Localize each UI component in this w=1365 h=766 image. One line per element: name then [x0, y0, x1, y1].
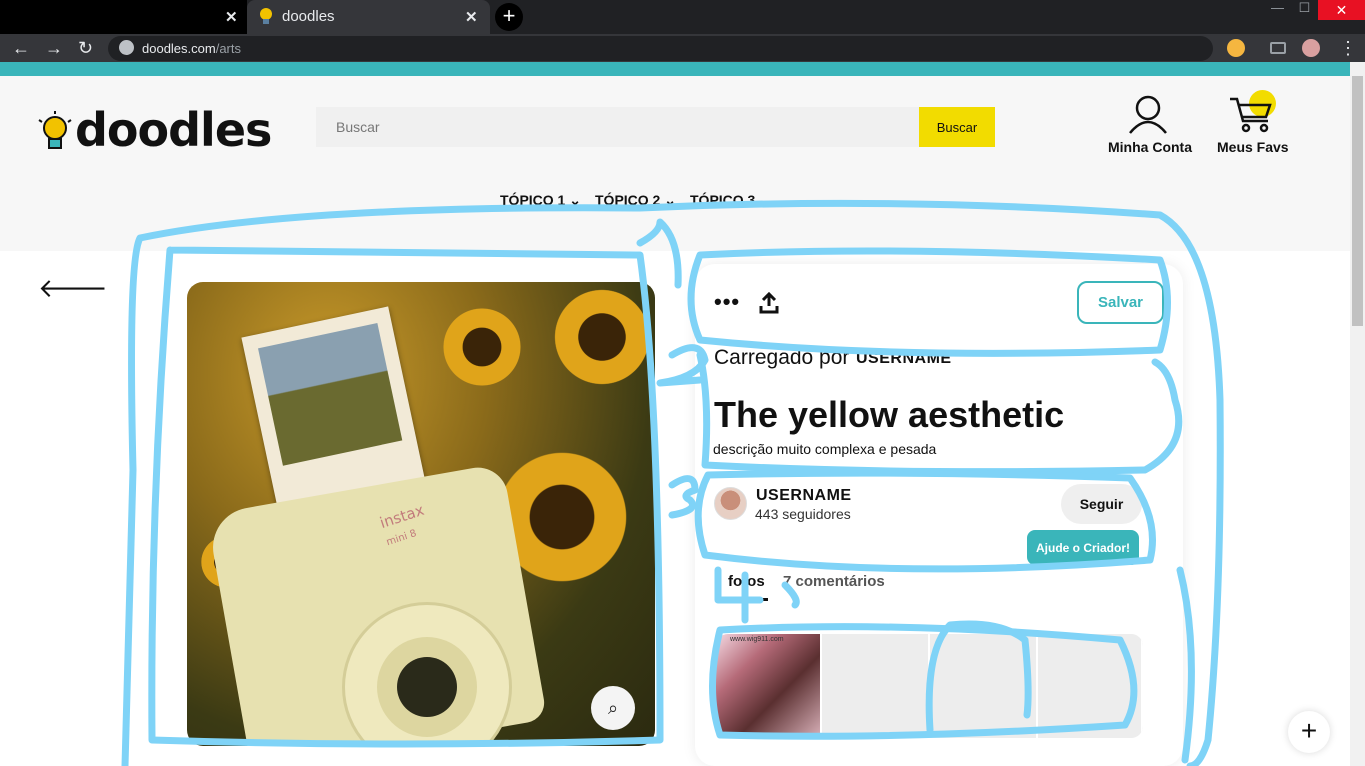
url-text: doodles.com/arts — [142, 41, 242, 56]
chevron-down-icon: ⌄ — [569, 192, 581, 208]
follower-count: 443 seguidores — [755, 506, 851, 522]
forward-nav-icon[interactable]: → — [45, 38, 63, 58]
topic-menu-1[interactable]: TÓPICO 1 ⌄ — [500, 192, 581, 209]
topic-menu-2[interactable]: TÓPICO 2 ⌄ — [595, 192, 676, 209]
tab-title: doodles — [282, 8, 335, 25]
minimize-icon[interactable]: — — [1265, 0, 1290, 20]
browser-tab-inactive[interactable]: ✕ — [0, 0, 247, 34]
topic-menu-3[interactable]: TÓPICO 3 — [690, 192, 755, 208]
window-close-icon[interactable]: ✕ — [1318, 0, 1365, 20]
thumbnail-item[interactable] — [1038, 634, 1143, 738]
browser-menu-icon[interactable]: ⋮ — [1339, 38, 1357, 58]
browser-tab-active[interactable]: doodles ✕ — [247, 0, 490, 34]
back-nav-icon[interactable]: ← — [12, 38, 30, 58]
thumbnail-item[interactable]: www.wig911.com — [716, 634, 822, 738]
scrollbar-thumb[interactable] — [1352, 76, 1363, 326]
tab-close-icon[interactable]: ✕ — [465, 8, 478, 26]
tab-photos[interactable]: fotos — [728, 573, 765, 590]
reload-icon[interactable]: ↻ — [78, 38, 93, 58]
author-avatar[interactable] — [714, 487, 747, 520]
camera-lens-center — [397, 657, 457, 717]
site-logo[interactable]: doodles — [75, 103, 272, 157]
chevron-down-icon: ⌄ — [664, 192, 676, 208]
tab-close-icon[interactable]: ✕ — [225, 8, 238, 26]
plus-icon[interactable]: + — [1288, 711, 1330, 753]
address-bar: ← → ↻ doodles.com/arts ⋮ — [0, 34, 1365, 62]
favs-link[interactable]: Meus Favs — [1217, 139, 1289, 155]
active-tab-indicator — [716, 598, 768, 601]
extension-icon[interactable] — [1227, 39, 1245, 57]
more-dots-icon[interactable]: ••• — [714, 289, 740, 315]
account-link[interactable]: Minha Conta — [1108, 139, 1192, 155]
omnibox[interactable]: doodles.com/arts — [108, 36, 1213, 61]
uploaded-by-label: Carregado por — [714, 346, 850, 369]
thumbnail-item[interactable] — [930, 634, 1038, 738]
cart-icon[interactable] — [1228, 95, 1274, 135]
top-accent-strip — [0, 62, 1350, 76]
uploader-username[interactable]: USERNAME — [856, 350, 952, 368]
photo-thumbnails: www.wig911.com — [716, 634, 1143, 738]
sunflower-shape — [437, 302, 527, 392]
new-tab-button[interactable]: + — [495, 3, 523, 31]
back-arrow-icon[interactable]: 🡐 — [38, 275, 108, 301]
tab-comments[interactable]: 7 comentários — [783, 573, 885, 590]
search-input[interactable] — [316, 107, 920, 147]
profile-avatar-icon[interactable] — [1302, 39, 1320, 57]
user-account-icon[interactable] — [1127, 95, 1169, 135]
thumbnail-caption: www.wig911.com — [730, 636, 784, 643]
support-creator-button[interactable]: Ajude o Criador! — [1027, 530, 1139, 565]
media-control-icon[interactable] — [1270, 42, 1286, 54]
site-info-icon[interactable] — [119, 40, 134, 55]
browser-tab-strip: ✕ doodles ✕ + — ☐ ✕ — [0, 0, 1365, 34]
search-button[interactable]: Buscar — [919, 107, 995, 147]
follow-button[interactable]: Seguir — [1061, 484, 1142, 524]
post-title: The yellow aesthetic — [714, 394, 1065, 435]
sunflower-shape — [547, 282, 655, 392]
maximize-icon[interactable]: ☐ — [1292, 0, 1317, 20]
post-description: descrição muito complexa e pesada — [713, 441, 937, 457]
save-button[interactable]: Salvar — [1077, 281, 1164, 324]
visual-search-icon[interactable]: ⌕ — [591, 686, 635, 730]
thumbnail-item[interactable] — [822, 634, 930, 738]
post-photo[interactable]: instax mini 8 — [187, 282, 655, 746]
lightbulb-logo-icon — [38, 111, 72, 149]
bulb-favicon-icon — [260, 8, 272, 24]
share-icon[interactable] — [759, 292, 779, 314]
author-name[interactable]: USERNAME — [756, 487, 852, 505]
